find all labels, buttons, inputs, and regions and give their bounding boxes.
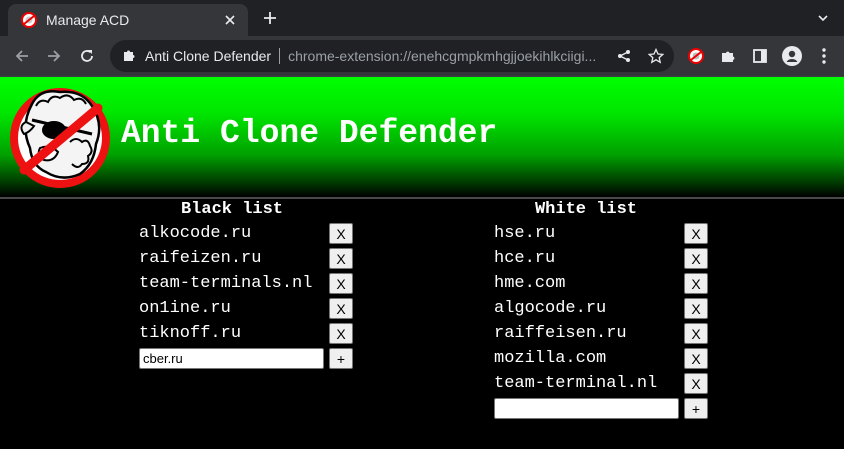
remove-domain-button[interactable]: X [684,323,708,344]
remove-domain-button[interactable]: X [329,323,353,344]
remove-domain-button[interactable]: X [684,223,708,244]
list-item: team-terminals.nl X [139,273,353,295]
address-origin: Anti Clone Defender [145,48,272,64]
remove-domain-button[interactable]: X [684,273,708,294]
domain-label: hce.ru [494,249,556,268]
browser-toolbar: Anti Clone Defender chrome-extension://e… [0,36,844,76]
extensions-puzzle-icon[interactable] [718,46,738,66]
remove-domain-button[interactable]: X [684,373,708,394]
side-panel-icon[interactable] [750,46,770,66]
close-icon[interactable] [222,12,238,28]
white-list-title: White list [534,200,638,219]
address-url: chrome-extension://enehcgmpkmhgjjoekihlk… [288,48,597,64]
remove-domain-button[interactable]: X [684,298,708,319]
address-bar[interactable]: Anti Clone Defender chrome-extension://e… [110,40,674,72]
list-item: mozilla.com X [494,348,708,370]
remove-domain-button[interactable]: X [329,248,353,269]
black-list-add-input[interactable] [139,348,324,369]
tab-title: Manage ACD [46,12,130,28]
logo-icon [10,82,112,190]
list-item: hme.com X [494,273,708,295]
address-separator [279,48,281,64]
remove-domain-button[interactable]: X [684,248,708,269]
remove-domain-button[interactable]: X [329,223,353,244]
domain-label: raifeizen.ru [139,249,262,268]
tab-strip: Manage ACD [0,0,844,36]
new-tab-icon[interactable] [261,9,279,27]
back-icon[interactable] [12,46,32,66]
white-list-add-input[interactable] [494,398,679,419]
star-icon[interactable] [647,47,665,65]
domain-label: raiffeisen.ru [494,324,627,343]
list-item: raiffeisen.ru X [494,323,708,345]
white-list-add-button[interactable]: + [684,398,708,419]
domain-label: on1ine.ru [139,299,231,318]
app-title: Anti Clone Defender [121,115,498,152]
list-item: alkocode.ru X [139,223,353,245]
puzzle-icon [121,48,137,64]
remove-domain-button[interactable]: X [329,298,353,319]
domain-label: hse.ru [494,224,556,243]
domain-label: team-terminal.nl [494,374,658,393]
remove-domain-button[interactable]: X [329,273,353,294]
remove-domain-button[interactable]: X [684,348,708,369]
list-item: tiknoff.ru X [139,323,353,345]
black-list-add-button[interactable]: + [329,348,353,369]
reload-icon[interactable] [77,46,97,66]
list-item: on1ine.ru X [139,298,353,320]
list-item: raifeizen.ru X [139,248,353,270]
domain-label: hme.com [494,274,566,293]
domain-label: team-terminals.nl [139,274,313,293]
list-item: algocode.ru X [494,298,708,320]
list-item: team-terminal.nl X [494,373,708,395]
tab-manage-acd[interactable]: Manage ACD [8,4,248,36]
extension-acd-icon[interactable] [686,46,706,66]
kebab-menu-icon[interactable] [814,46,834,66]
tab-search-icon[interactable] [814,9,832,27]
black-list-title: Black list [180,200,284,219]
list-item: hse.ru X [494,223,708,245]
list-item: hce.ru X [494,248,708,270]
forward-icon[interactable] [44,46,64,66]
domain-label: mozilla.com [494,349,607,368]
header-divider [0,197,844,199]
domain-label: tiknoff.ru [139,324,242,343]
profile-icon[interactable] [782,46,802,66]
domain-label: alkocode.ru [139,224,252,243]
domain-label: algocode.ru [494,299,607,318]
extension-favicon-icon [21,12,37,28]
share-icon[interactable] [615,47,633,65]
